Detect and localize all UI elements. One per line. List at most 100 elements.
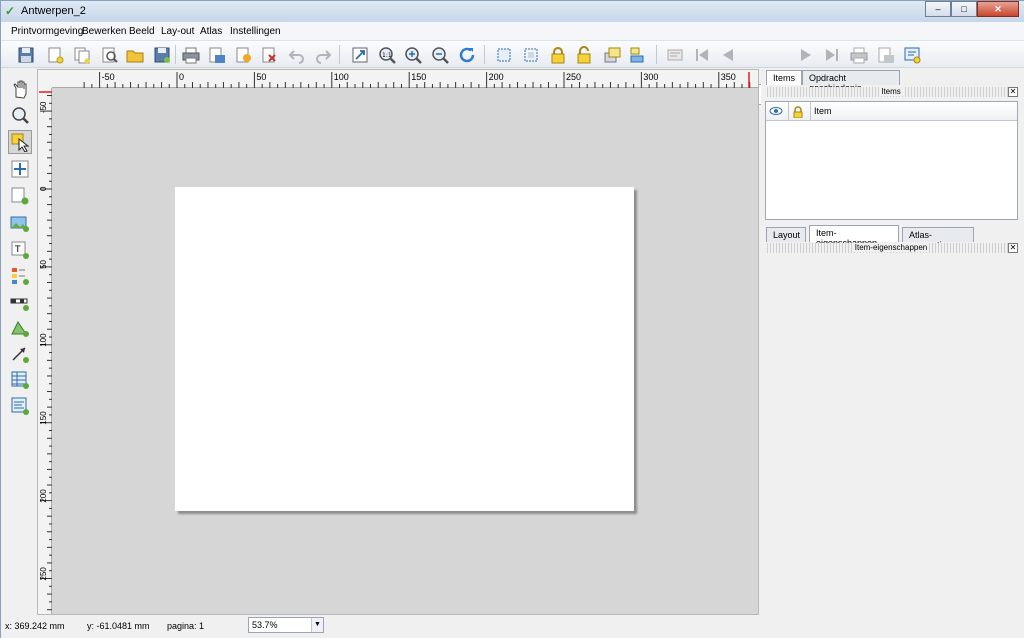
atlas-preview-icon[interactable] xyxy=(664,44,686,66)
first-feature-icon[interactable] xyxy=(691,44,713,66)
right-dock-panel: Items Opdracht geschiedenis Items ✕ Item… xyxy=(761,68,1024,616)
move-content-icon[interactable] xyxy=(8,157,32,181)
ruler-label: 100 xyxy=(39,333,48,347)
save-icon[interactable] xyxy=(15,44,37,66)
add-scalebar-icon[interactable] xyxy=(8,290,32,314)
duplicate-composer-icon[interactable] xyxy=(71,44,93,66)
add-table-icon[interactable] xyxy=(8,368,32,392)
ruler-label: 200 xyxy=(489,72,504,82)
item-column-header[interactable]: Item xyxy=(811,102,1017,121)
maximize-button[interactable]: □ xyxy=(951,1,977,17)
atlas-settings-icon[interactable] xyxy=(901,44,923,66)
lock-column-header[interactable] xyxy=(789,102,811,121)
toolbar-separator xyxy=(339,45,340,64)
status-bar: x: 369.242 mm y: -61.0481 mm pagina: 1 5… xyxy=(1,616,1024,638)
ruler-label: 350 xyxy=(721,72,736,82)
tab-item-eigenschappen[interactable]: Item-eigenschappen xyxy=(809,225,899,248)
qgis-app-icon: ✓ xyxy=(5,4,16,18)
zoom-combobox[interactable]: 53.7% ▼ xyxy=(248,617,324,633)
menu-printvormgeving[interactable]: Printvormgeving xyxy=(11,26,83,37)
cursor-y-readout: y: -61.0481 mm xyxy=(87,621,150,631)
next-feature-icon[interactable] xyxy=(795,44,817,66)
lock-icon xyxy=(793,106,803,119)
menu-atlas[interactable]: Atlas xyxy=(200,26,222,37)
menu-bewerken[interactable]: Bewerken xyxy=(82,26,126,37)
ruler-label: 200 xyxy=(39,489,48,503)
print-icon[interactable] xyxy=(180,44,202,66)
previous-feature-icon[interactable] xyxy=(717,44,739,66)
tab-items[interactable]: Items xyxy=(766,70,803,85)
last-feature-icon[interactable] xyxy=(821,44,843,66)
minimize-button[interactable]: – xyxy=(925,1,951,17)
open-template-icon[interactable] xyxy=(124,44,146,66)
unlock-icon[interactable] xyxy=(573,44,595,66)
composer-window: ✓ Antwerpen_2 – □ ✕ Printvormgeving Bewe… xyxy=(0,0,1024,638)
horizontal-ruler: -50 0 50 100 150 200 250 300 350 xyxy=(38,70,758,88)
items-table-header: Item xyxy=(766,102,1017,121)
zoom-in-icon[interactable] xyxy=(402,44,424,66)
item-properties-title: Item-eigenschappen xyxy=(765,243,1017,253)
add-shape-icon[interactable] xyxy=(8,316,32,340)
ruler-label: 100 xyxy=(334,72,349,82)
vertical-ruler: -50 0 50 100 150 200 250 xyxy=(38,88,52,614)
visibility-column-header[interactable] xyxy=(766,102,789,121)
main-toolbar: 1:1 1▼ xyxy=(1,41,1024,105)
menu-beeld[interactable]: Beeld xyxy=(129,26,155,37)
add-map-icon[interactable] xyxy=(8,184,32,208)
pan-icon[interactable] xyxy=(8,77,32,101)
menu-lay-out[interactable]: Lay-out xyxy=(161,26,194,37)
close-icon[interactable]: ✕ xyxy=(1008,243,1018,253)
ruler-label: -50 xyxy=(102,72,115,82)
zoom-value: 53.7% xyxy=(252,620,278,630)
tab-atlas-generatie[interactable]: Atlas-generatie xyxy=(902,227,974,250)
add-legend-icon[interactable] xyxy=(8,264,32,288)
zoom-tool-icon[interactable] xyxy=(8,103,32,127)
export-image-icon[interactable] xyxy=(206,44,228,66)
menu-instellingen[interactable]: Instellingen xyxy=(230,26,281,37)
deselect-icon[interactable] xyxy=(520,44,542,66)
atlas-print-icon[interactable] xyxy=(848,44,870,66)
zoom-100-icon[interactable]: 1:1 xyxy=(376,44,398,66)
lock-icon[interactable] xyxy=(547,44,569,66)
add-html-icon[interactable] xyxy=(8,394,32,418)
layout-page[interactable] xyxy=(175,187,634,511)
tab-opdracht-geschiedenis[interactable]: Opdracht geschiedenis xyxy=(802,70,900,93)
items-panel-title-text: Items xyxy=(879,87,903,96)
ruler-label: 0 xyxy=(179,72,184,82)
save-template-icon[interactable] xyxy=(151,44,173,66)
composer-manager-icon[interactable] xyxy=(98,44,120,66)
close-button[interactable]: ✕ xyxy=(977,1,1019,17)
composer-canvas[interactable]: -50 0 50 100 150 200 250 300 350 -50 0 50 100 150 200… xyxy=(37,69,759,615)
undo-icon[interactable] xyxy=(286,44,308,66)
horizontal-ruler-ticks: -50 0 50 100 150 200 250 300 350 xyxy=(83,72,751,88)
ruler-label: 300 xyxy=(643,72,658,82)
export-svg-icon[interactable] xyxy=(233,44,255,66)
svg-text:T: T xyxy=(14,245,21,255)
tab-layout[interactable]: Layout xyxy=(766,227,806,242)
ruler-label: 250 xyxy=(566,72,581,82)
add-arrow-icon[interactable] xyxy=(8,342,32,366)
close-icon[interactable]: ✕ xyxy=(1008,87,1018,97)
redo-icon[interactable] xyxy=(312,44,334,66)
add-image-icon[interactable] xyxy=(8,211,32,235)
refresh-icon[interactable] xyxy=(456,44,478,66)
toolbar-separator xyxy=(484,45,485,64)
eye-icon xyxy=(769,107,783,115)
toolbar-separator xyxy=(175,45,176,64)
zoom-full-icon[interactable] xyxy=(349,44,371,66)
atlas-export-icon[interactable] xyxy=(875,44,897,66)
raise-icon[interactable] xyxy=(601,44,623,66)
select-all-icon[interactable] xyxy=(493,44,515,66)
select-move-icon[interactable] xyxy=(8,130,32,154)
item-properties-title-text: Item-eigenschappen xyxy=(852,243,930,252)
zoom-out-icon[interactable] xyxy=(429,44,451,66)
align-icon[interactable] xyxy=(627,44,649,66)
items-list[interactable]: Item xyxy=(765,101,1018,220)
ruler-label: 0 xyxy=(39,186,48,191)
toolbar-separator xyxy=(656,45,657,64)
ruler-label: 50 xyxy=(39,259,48,268)
chevron-down-icon[interactable]: ▼ xyxy=(311,618,323,632)
add-label-icon[interactable]: T xyxy=(8,238,32,262)
export-pdf-icon[interactable] xyxy=(259,44,281,66)
new-composer-icon[interactable] xyxy=(44,44,66,66)
